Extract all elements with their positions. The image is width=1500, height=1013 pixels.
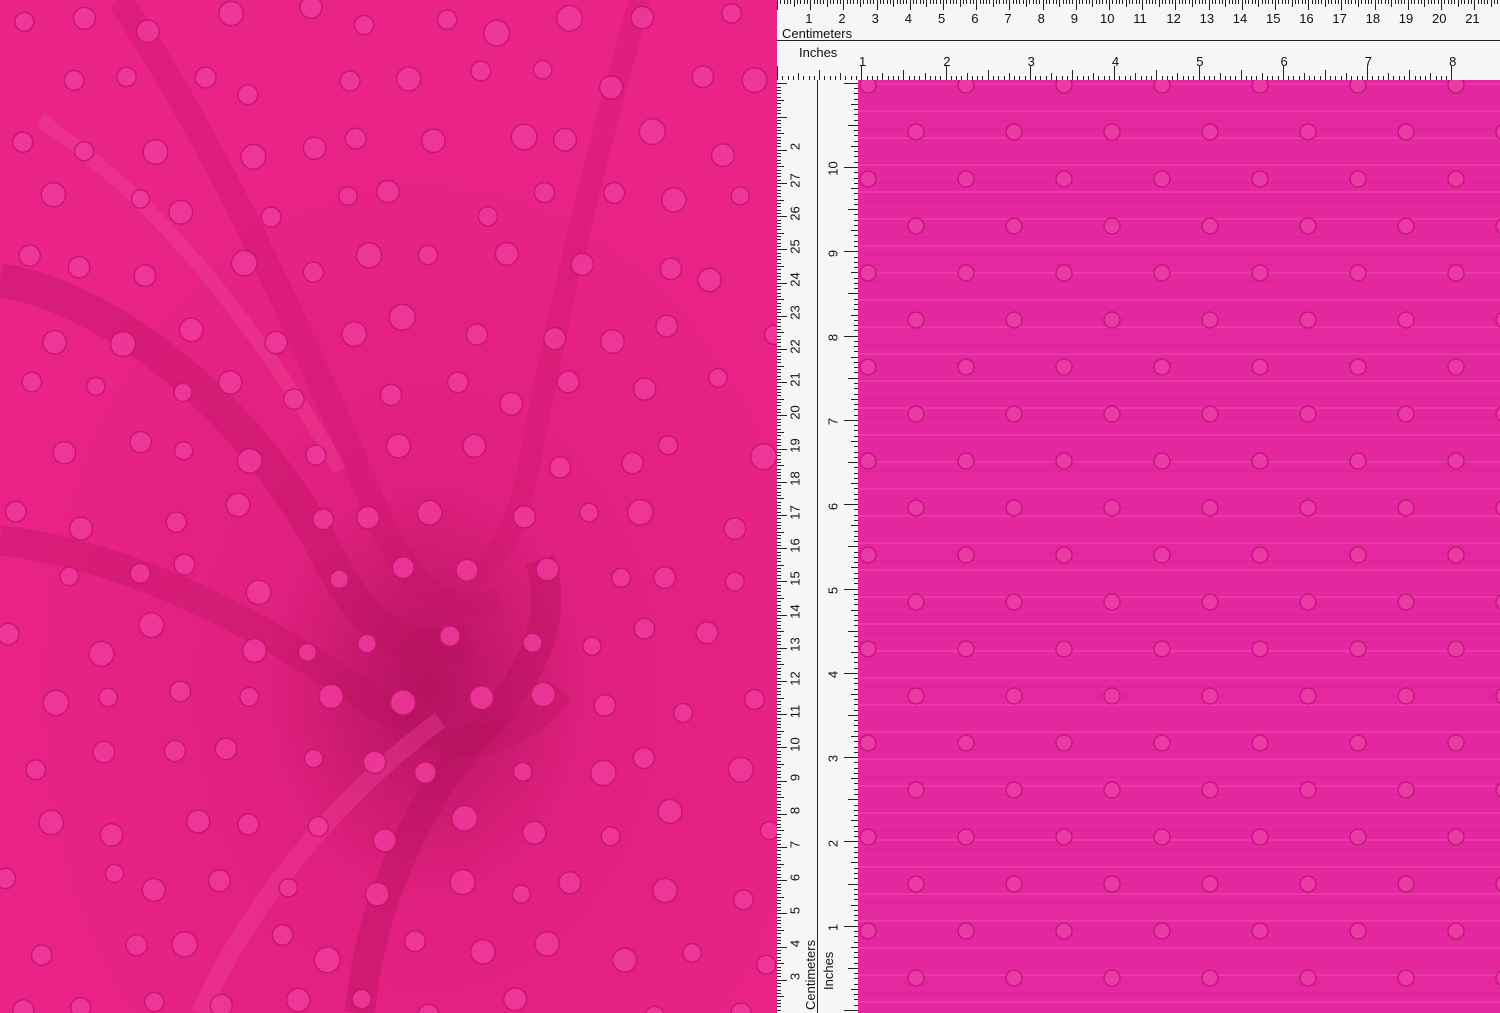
side-inch-number: 8 bbox=[825, 333, 841, 342]
side-cm-number: 3 bbox=[787, 973, 803, 981]
cm-number: 7 bbox=[1004, 11, 1012, 26]
side-cm-number: 11 bbox=[787, 704, 803, 719]
inch-number: 8 bbox=[1449, 54, 1457, 69]
side-inch-number: 6 bbox=[825, 502, 841, 510]
side-cm-number: 17 bbox=[787, 504, 803, 520]
side-cm-number: 16 bbox=[787, 538, 803, 553]
cm-number: 5 bbox=[938, 11, 946, 26]
side-cm-number: 12 bbox=[787, 670, 803, 686]
inch-number: 5 bbox=[1196, 54, 1204, 69]
side-inch-number: 3 bbox=[825, 755, 841, 763]
side-cm-number: 23 bbox=[787, 305, 803, 321]
inch-number: 1 bbox=[859, 54, 867, 69]
side-cm-number: 21 bbox=[787, 372, 803, 387]
cm-number: 21 bbox=[1465, 11, 1480, 26]
cm-number: 13 bbox=[1199, 11, 1215, 26]
side-cm-number: 26 bbox=[787, 206, 803, 221]
inches-label: Inches bbox=[799, 45, 838, 60]
cm-number: 1 bbox=[805, 11, 813, 26]
horizontal-ruler: Centimeters Inches 1 2 3 4 5 6 7 8 9 10 11 12 13 14 15… bbox=[777, 0, 1500, 80]
side-inch-number: 1 bbox=[825, 923, 841, 932]
draped-fabric-photo bbox=[0, 0, 777, 1013]
draped-fabric-image bbox=[0, 0, 777, 1013]
side-cm-number: 18 bbox=[787, 471, 803, 487]
cm-number: 18 bbox=[1365, 11, 1381, 26]
side-cm-number: 25 bbox=[787, 239, 803, 254]
cm-number: 12 bbox=[1166, 11, 1181, 26]
centimeters-label: Centimeters bbox=[782, 26, 853, 41]
side-cm-number: 27 bbox=[787, 172, 803, 188]
cm-number: 16 bbox=[1299, 11, 1314, 26]
side-cm-number: 9 bbox=[787, 774, 803, 782]
side-cm-number: 20 bbox=[787, 405, 803, 420]
flat-fabric-photo bbox=[858, 80, 1500, 1013]
side-cm-number: 5 bbox=[787, 906, 803, 915]
side-cm-number: 15 bbox=[787, 571, 803, 586]
side-cm-number: 22 bbox=[787, 338, 803, 354]
cm-number: 6 bbox=[971, 11, 979, 26]
cm-number: 9 bbox=[1070, 11, 1079, 26]
side-cm-number: 8 bbox=[787, 807, 803, 815]
inch-number: 4 bbox=[1111, 54, 1120, 69]
flat-fabric-image bbox=[858, 80, 1500, 1013]
side-inch-number: 2 bbox=[825, 839, 841, 847]
side-cm-number: 14 bbox=[787, 604, 803, 619]
cm-number: 3 bbox=[871, 11, 879, 26]
cm-number: 10 bbox=[1100, 11, 1115, 26]
inch-number: 6 bbox=[1280, 54, 1288, 69]
side-ruler-divider bbox=[817, 80, 818, 1013]
side-centimeters-label: Centimeters bbox=[803, 939, 818, 1010]
cm-number: 19 bbox=[1398, 11, 1414, 26]
cm-number: 20 bbox=[1432, 11, 1447, 26]
side-cm-number: 24 bbox=[787, 272, 803, 287]
side-cm-number: 2 bbox=[787, 143, 803, 151]
side-inch-number: 7 bbox=[825, 418, 841, 426]
side-cm-number: 7 bbox=[787, 840, 803, 848]
ruler-divider bbox=[777, 40, 1500, 41]
cm-number: 14 bbox=[1232, 11, 1248, 26]
cm-number: 8 bbox=[1037, 11, 1045, 26]
side-cm-number: 6 bbox=[787, 873, 803, 881]
side-inch-number: 5 bbox=[825, 586, 841, 594]
cm-number: 4 bbox=[904, 11, 913, 26]
side-inch-number: 9 bbox=[825, 249, 841, 257]
cm-number: 15 bbox=[1266, 11, 1281, 26]
cm-number: 11 bbox=[1133, 11, 1147, 26]
side-cm-number: 4 bbox=[787, 940, 803, 948]
vertical-ruler: Centimeters Inches 3 4 5 6 7 8 9 10 11 12 13 14 15 16… bbox=[777, 80, 858, 1013]
side-inch-number: 4 bbox=[825, 670, 841, 679]
side-cm-number: 13 bbox=[787, 637, 803, 653]
inch-number: 3 bbox=[1027, 54, 1035, 69]
side-cm-number: 19 bbox=[787, 438, 803, 453]
inch-number: 7 bbox=[1364, 54, 1373, 69]
inch-number: 2 bbox=[943, 54, 951, 69]
cm-number: 2 bbox=[838, 11, 846, 26]
cm-number: 17 bbox=[1332, 11, 1347, 26]
side-inches-label: Inches bbox=[821, 951, 836, 990]
side-inch-number: 10 bbox=[825, 161, 841, 177]
side-cm-number: 10 bbox=[787, 737, 803, 752]
